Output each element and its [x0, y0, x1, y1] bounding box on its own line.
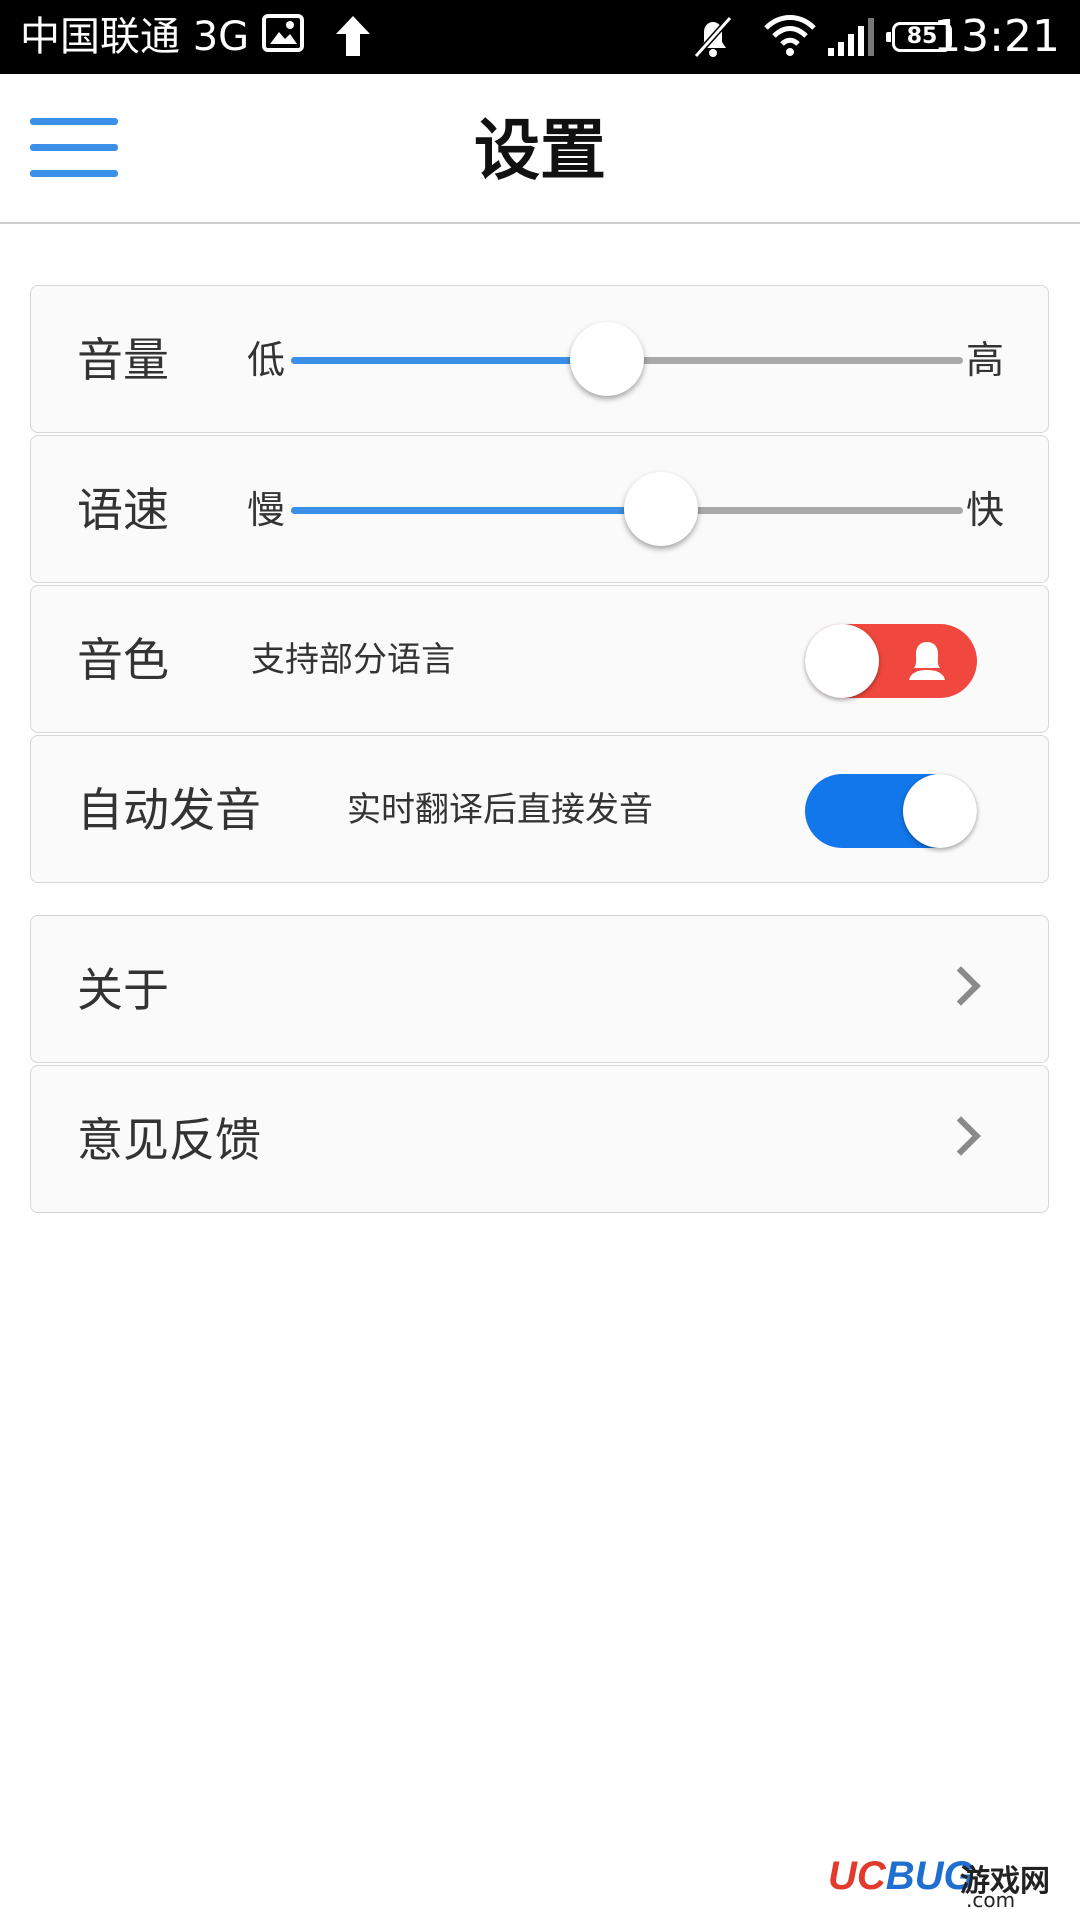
clock: 13:21: [933, 11, 1060, 62]
auto-speak-toggle-knob: [903, 774, 977, 848]
voice-toggle[interactable]: [805, 624, 977, 698]
speed-label: 语速: [77, 483, 169, 537]
wifi-icon: [764, 14, 816, 62]
auto-speak-setting-row: 自动发音 实时翻译后直接发音: [30, 735, 1049, 883]
volume-setting-row: 音量 低 高: [30, 285, 1049, 433]
image-notification-icon: [262, 14, 304, 58]
feedback-row[interactable]: 意见反馈: [30, 1065, 1049, 1213]
voice-label: 音色: [77, 633, 169, 687]
volume-slider-fill: [291, 357, 607, 364]
volume-slider[interactable]: [291, 322, 963, 396]
feedback-label: 意见反馈: [77, 1113, 261, 1167]
voice-toggle-knob: [805, 624, 879, 698]
voice-description: 支持部分语言: [251, 640, 455, 680]
auto-speak-description: 实时翻译后直接发音: [347, 790, 653, 830]
speed-slider-fill: [291, 507, 661, 514]
chevron-right-icon: [941, 1116, 981, 1156]
auto-speak-label: 自动发音: [77, 783, 261, 837]
mute-bell-icon: [690, 14, 736, 64]
voice-setting-row: 音色 支持部分语言: [30, 585, 1049, 733]
page-title: 设置: [474, 112, 606, 189]
app-header: 设置: [0, 74, 1080, 224]
watermark-domain: .com: [966, 1888, 1016, 1912]
volume-min-label: 低: [247, 338, 286, 382]
speed-max-label: 快: [966, 488, 1005, 532]
watermark-logo-red: UC: [828, 1854, 886, 1898]
auto-speak-toggle[interactable]: [805, 774, 977, 848]
volume-label: 音量: [77, 333, 169, 387]
speed-slider[interactable]: [291, 472, 963, 546]
signal-strength-icon: [826, 14, 876, 62]
speed-min-label: 慢: [247, 488, 286, 532]
about-row[interactable]: 关于: [30, 915, 1049, 1063]
speed-slider-thumb[interactable]: [623, 472, 698, 546]
carrier-label: 中国联通 3G: [20, 14, 250, 60]
speed-setting-row: 语速 慢 快: [30, 435, 1049, 583]
watermark-logo: UCBUG 游戏网 .com: [828, 1850, 1068, 1912]
female-person-icon: [905, 640, 949, 686]
volume-max-label: 高: [966, 338, 1005, 382]
upload-arrow-icon: [334, 14, 372, 62]
volume-slider-thumb[interactable]: [569, 322, 644, 396]
about-label: 关于: [77, 963, 169, 1017]
chevron-right-icon: [941, 966, 981, 1006]
status-bar: 中国联通 3G 85 13:21: [0, 0, 1080, 74]
